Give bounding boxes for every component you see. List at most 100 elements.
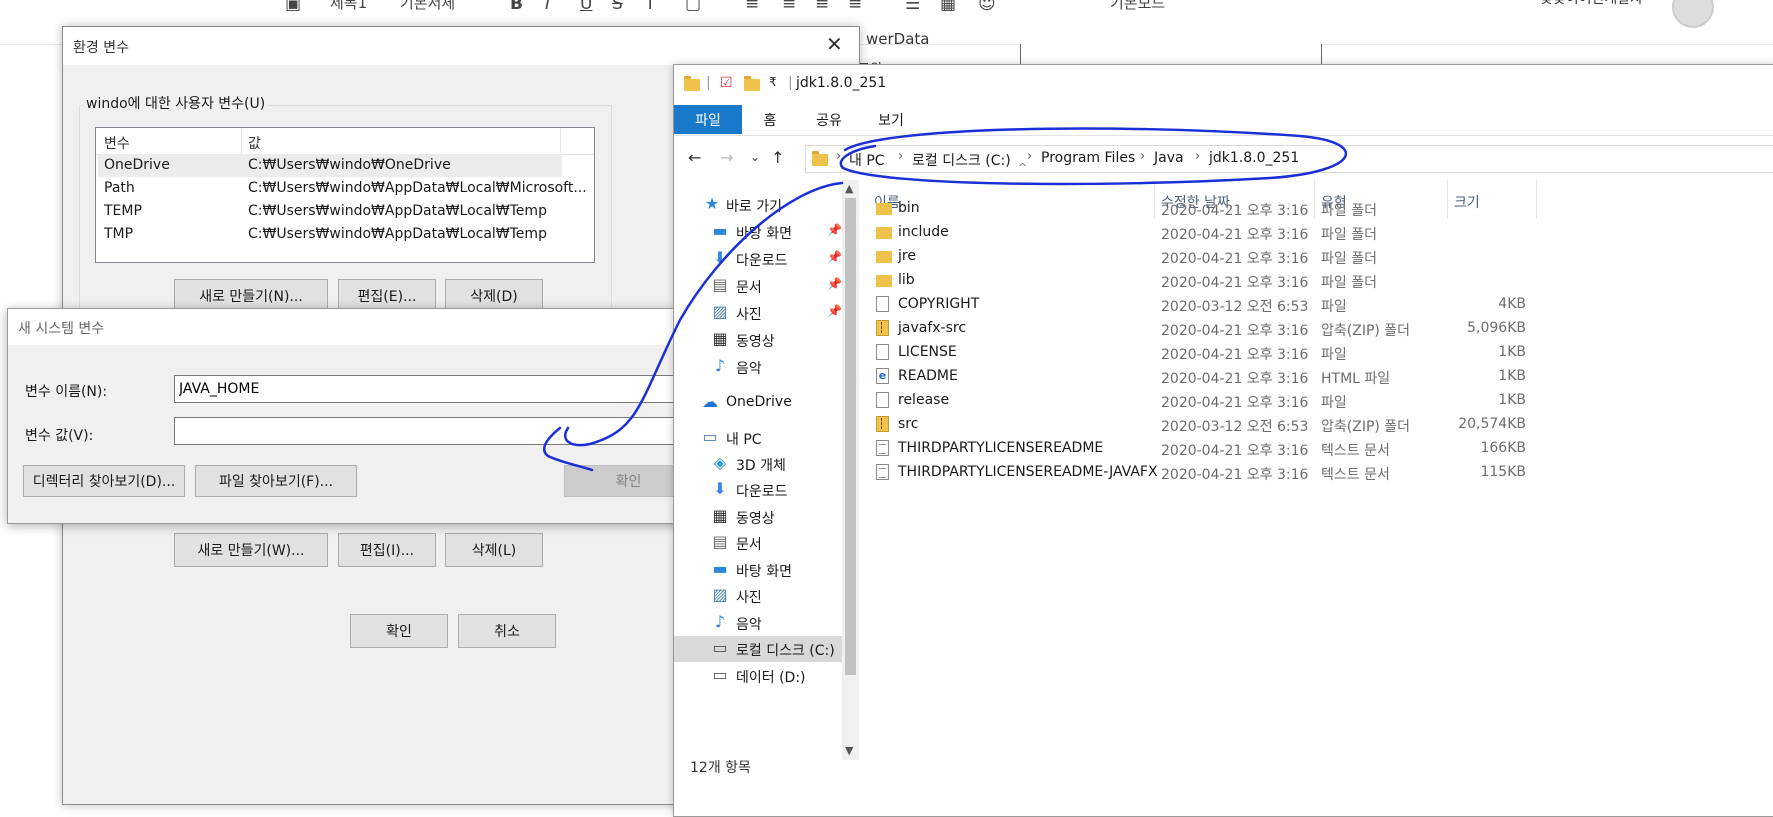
cancel-button[interactable]: 취소 [458,614,556,648]
file-row[interactable]: src 2020-03-12 오전 6:53 압축(ZIP) 폴더 20,574… [864,413,1764,437]
file-row[interactable]: jre 2020-04-21 오후 3:16 파일 폴더 [864,245,1764,269]
nav-item-documents-pc[interactable]: ▤ 문서 [674,530,852,556]
profile-name[interactable]: 꽃꽃이어린개발자 [1540,0,1643,8]
browse-file-button[interactable]: 파일 찾아보기(F)... [195,465,357,497]
variable-name-field[interactable] [174,375,693,403]
nav-item-music-pc[interactable]: ♪ 음악 [674,610,852,636]
dialog-titlebar[interactable]: 새 시스템 변수 [8,309,693,345]
file-row[interactable]: javafx-src 2020-04-21 오후 3:16 압축(ZIP) 폴더… [864,317,1764,341]
recent-locations-icon[interactable]: ⌄ [750,150,760,164]
breadcrumb-separator[interactable]: › [898,149,903,164]
breadcrumb-separator[interactable]: › [1140,149,1145,164]
file-row[interactable]: THIRDPARTYLICENSEREADME-JAVAFX 2020-04-2… [864,461,1764,485]
nav-item-3d-objects[interactable]: ◈ 3D 개체 [674,451,852,477]
nav-item-documents[interactable]: ▤ 문서 📌 [674,273,852,299]
breadcrumb-local-disk[interactable]: 로컬 디스크 (C:) [912,150,1011,170]
align-justify-icon[interactable]: ≡ [848,0,862,14]
align-left-icon[interactable]: ≡ [745,0,759,14]
nav-item-videos-pc[interactable]: ▦ 동영상 [674,504,852,530]
file-row[interactable]: LICENSE 2020-04-21 오후 3:16 파일 1KB [864,341,1764,365]
ok-button[interactable]: 확인 [350,614,448,648]
list-item[interactable]: Path C:₩Users₩windo₩AppData₩Local₩Micros… [98,177,587,200]
navigation-scrollbar[interactable]: ▲ ▼ [842,180,859,760]
pin-icon[interactable]: 📌 [827,304,842,318]
nav-item-pictures[interactable]: ▨ 사진 📌 [674,300,852,326]
address-bar[interactable]: › 내 PC › 로컬 디스크 (C:) › Program Files › J… [805,145,1773,173]
avatar[interactable] [1672,0,1714,28]
variable-value-field[interactable] [174,417,693,445]
customize-toolbar-icon[interactable]: ₹ [769,75,777,89]
back-icon[interactable]: ← [688,148,701,167]
align-right-icon[interactable]: ≡ [815,0,829,14]
system-delete-button[interactable]: 삭제(L) [445,533,543,567]
column-header-variable[interactable]: 변수 [104,133,130,153]
file-date: 2020-04-21 오후 3:16 [1161,443,1309,459]
column-divider[interactable] [241,128,242,154]
image-icon[interactable]: ▣ [285,0,301,14]
file-row[interactable]: bin 2020-04-21 오후 3:16 파일 폴더 [864,197,1764,221]
breadcrumb-java[interactable]: Java [1154,150,1184,166]
nav-item-local-disk-c[interactable]: ▭ 로컬 디스크 (C:) [674,636,852,662]
breadcrumb-separator[interactable]: › [1027,149,1032,164]
tab-view[interactable]: 보기 [860,105,922,134]
tab-file[interactable]: 파일 [674,105,742,134]
file-row[interactable]: include 2020-04-21 오후 3:16 파일 폴더 [864,221,1764,245]
pin-icon[interactable]: 📌 [827,223,842,237]
scroll-up-icon[interactable]: ▲ [845,182,853,195]
nav-item-data-d[interactable]: ▭ 데이터 (D:) [674,663,852,689]
forward-icon[interactable]: → [720,148,733,167]
nav-item-onedrive[interactable]: ☁ OneDrive [674,390,852,416]
properties-icon[interactable]: ☑ [720,75,733,91]
nav-item-desktop[interactable]: ▬ 바탕 화면 📌 [674,219,852,245]
breadcrumb-separator[interactable]: › [1195,149,1200,164]
file-row[interactable]: release 2020-04-21 오후 3:16 파일 1KB [864,389,1764,413]
nav-item-quick-access[interactable]: ★ 바로 가기 [674,192,852,218]
list-item[interactable]: OneDrive C:₩Users₩windo₩OneDrive [98,154,562,177]
bold-icon[interactable]: B [510,0,523,14]
breadcrumb-separator[interactable]: › [836,149,841,164]
nav-item-music[interactable]: ♪ 음악 [674,354,852,380]
nav-item-desktop-pc[interactable]: ▬ 바탕 화면 [674,557,852,583]
toolbar-heading[interactable]: 제목1 [330,0,367,13]
breadcrumb-this-pc[interactable]: 내 PC [849,150,885,170]
column-divider[interactable] [560,128,561,154]
pin-icon[interactable]: 📌 [827,250,842,264]
table-icon[interactable]: ▦ [940,0,956,14]
column-header-value[interactable]: 값 [248,133,261,153]
italic-icon[interactable]: I [545,0,550,14]
tab-home[interactable]: 홈 [742,105,798,134]
nav-item-pictures-pc[interactable]: ▨ 사진 [674,583,852,609]
scroll-down-icon[interactable]: ▼ [845,744,853,757]
system-new-button[interactable]: 새로 만들기(W)... [174,533,328,567]
up-icon[interactable]: ↑ [771,148,784,167]
background-color-icon[interactable]: ▢ [685,0,701,14]
emoji-icon[interactable]: ☺ [978,0,996,14]
browse-directory-button[interactable]: 디렉터리 찾아보기(D)... [23,465,185,497]
align-center-icon[interactable]: ≡ [782,0,796,14]
user-variables-list[interactable]: 변수 값 OneDrive C:₩Users₩windo₩OneDrive Pa… [95,127,595,263]
tab-share[interactable]: 공유 [798,105,860,134]
file-row[interactable]: e README 2020-04-21 오후 3:16 HTML 파일 1KB [864,365,1764,389]
nav-item-videos[interactable]: ▦ 동영상 [674,327,852,353]
toolbar-mode[interactable]: 기본모드 [1110,0,1165,13]
scrollbar-thumb[interactable] [845,198,856,675]
nav-item-this-pc[interactable]: ▭ 내 PC [674,425,852,451]
file-row[interactable]: COPYRIGHT 2020-03-12 오전 6:53 파일 4KB [864,293,1764,317]
nav-item-downloads[interactable]: ⬇ 다운로드 📌 [674,246,852,272]
list-item[interactable]: TEMP C:₩Users₩windo₩AppData₩Local₩Temp [98,200,562,223]
breadcrumb-jdk[interactable]: jdk1.8.0_251 [1209,150,1299,166]
breadcrumb-program-files[interactable]: Program Files [1041,150,1135,166]
toolbar-font[interactable]: 기본서체 [400,0,455,13]
underline-icon[interactable]: U [580,0,592,14]
pin-icon[interactable]: 📌 [827,277,842,291]
close-icon[interactable]: ✕ [826,32,843,56]
nav-item-downloads-pc[interactable]: ⬇ 다운로드 [674,477,852,503]
file-row[interactable]: THIRDPARTYLICENSEREADME 2020-04-21 오후 3:… [864,437,1764,461]
list-icon[interactable]: ☰ [905,0,920,14]
strikethrough-icon[interactable]: S [612,0,623,14]
file-row[interactable]: lib 2020-04-21 오후 3:16 파일 폴더 [864,269,1764,293]
dialog-titlebar[interactable]: 환경 변수 ✕ [63,27,859,65]
text-color-icon[interactable]: T [645,0,655,14]
list-item[interactable]: TMP C:₩Users₩windo₩AppData₩Local₩Temp [98,223,562,246]
system-edit-button[interactable]: 편집(I)... [338,533,436,567]
